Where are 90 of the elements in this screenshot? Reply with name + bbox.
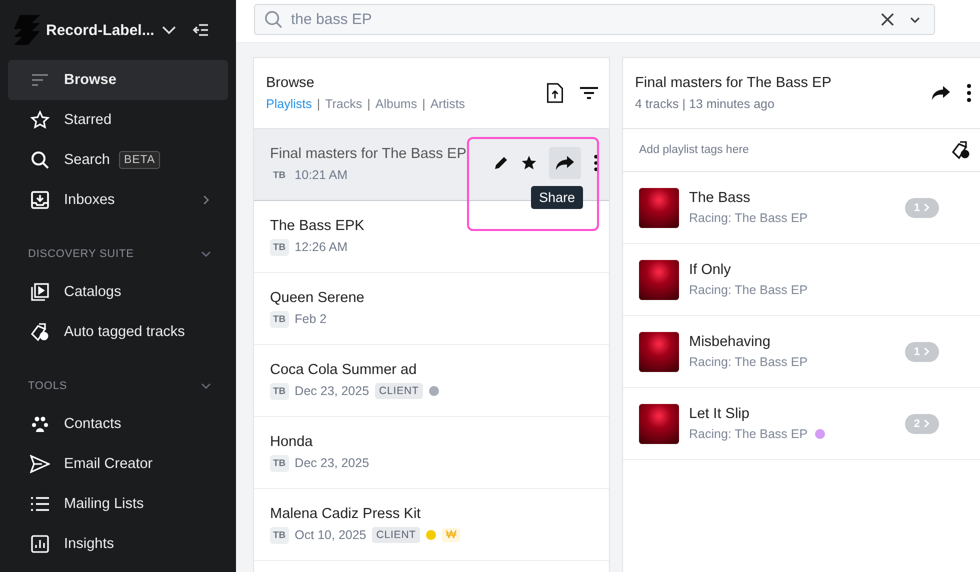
share-button[interactable] — [549, 147, 581, 179]
play-stack-icon — [30, 282, 50, 302]
playlist-row[interactable]: Coca Cola Summer ad TB Dec 23, 2025 CLIENT — [254, 345, 609, 417]
playlist-heading: Final masters for The Bass EP — [635, 75, 832, 91]
playlist-date: 12:26 AM — [294, 240, 348, 254]
nav-item[interactable]: Contacts — [8, 404, 228, 444]
playlist-row[interactable]: Honda TB Dec 23, 2025 — [254, 417, 609, 489]
playlist-title: The Bass EPK — [270, 218, 364, 234]
paper-plane-icon — [30, 454, 50, 474]
search-icon — [264, 10, 283, 29]
owner-initials: TB — [270, 238, 289, 256]
browse-tab[interactable]: Artists — [430, 97, 466, 111]
currency-badge: ₩ — [442, 528, 460, 542]
browse-tab[interactable]: Albums — [375, 97, 418, 111]
track-title: Let It Slip — [689, 406, 750, 422]
playlist-date: Feb 2 — [294, 312, 327, 326]
track-row[interactable]: The Bass Racing: The Bass EP 1 — [623, 172, 980, 244]
playlist-row[interactable]: The Bass EPK TB 12:26 AM — [254, 201, 609, 273]
playlist-date: Dec 23, 2025 — [294, 384, 370, 398]
playlist-title: Coca Cola Summer ad — [270, 362, 418, 378]
workspace-name[interactable]: Record-Label... — [46, 22, 154, 38]
album-name: Racing: The Bass EP — [689, 427, 808, 441]
people-icon — [30, 414, 50, 434]
album-art-placeholder — [639, 260, 679, 300]
star-icon — [30, 110, 50, 130]
file-upload-icon[interactable] — [545, 83, 565, 103]
tag-plus-icon[interactable] — [951, 140, 971, 160]
nav-item[interactable]: Catalogs — [8, 272, 228, 312]
chevron-right-icon — [923, 419, 930, 428]
playlist-title: Malena Cadiz Press Kit — [270, 506, 422, 522]
album-art-placeholder — [639, 332, 679, 372]
bar-chart-icon — [30, 534, 50, 554]
chevron-right-icon — [923, 347, 930, 356]
playlist-row[interactable]: Malena Cadiz Press Kit TB Oct 10, 2025 CLIENT ₩ — [254, 489, 609, 561]
close-icon[interactable] — [880, 12, 895, 27]
logo-icon — [14, 15, 40, 45]
track-row[interactable]: Let It Slip Racing: The Bass EP 2 — [623, 388, 980, 460]
panel-title: Browse — [266, 75, 316, 91]
album-art-placeholder — [639, 404, 679, 444]
share-icon — [555, 155, 575, 171]
nav-item[interactable]: Auto tagged tracks — [8, 312, 228, 352]
track-title: Misbehaving — [689, 334, 772, 350]
tags-input[interactable]: Add playlist tags here — [637, 143, 951, 157]
playlist-title: Queen Serene — [270, 290, 364, 306]
track-row[interactable]: Misbehaving Racing: The Bass EP 1 — [623, 316, 980, 388]
nav-item[interactable]: Mailing Lists — [8, 484, 228, 524]
playlist-date: 10:21 AM — [294, 168, 348, 182]
playlist-tag: CLIENT — [375, 383, 423, 399]
playlist-row[interactable]: Queen Serene TB Feb 2 — [254, 273, 609, 345]
list-icon — [30, 494, 50, 514]
album-name: Racing: The Bass EP — [689, 283, 808, 297]
nav-item[interactable]: Search BETA — [8, 140, 228, 180]
nav-item[interactable]: Browse — [8, 60, 228, 100]
playlist-title: Honda — [270, 434, 314, 450]
album-name: Racing: The Bass EP — [689, 355, 808, 369]
star-icon[interactable] — [521, 155, 537, 171]
owner-initials: TB — [270, 526, 289, 544]
playlist-date: Oct 10, 2025 — [294, 528, 366, 542]
playlist-tag: CLIENT — [372, 527, 420, 543]
search-icon — [30, 150, 50, 170]
more-icon[interactable] — [965, 83, 973, 103]
album-art-placeholder — [639, 188, 679, 228]
playlist-meta: 4 tracks | 13 minutes ago — [635, 97, 776, 111]
browse-tab[interactable]: Tracks — [325, 97, 362, 111]
album-name: Racing: The Bass EP — [689, 211, 808, 225]
collapse-sidebar-icon[interactable] — [192, 21, 210, 39]
pencil-icon[interactable] — [493, 155, 509, 171]
owner-initials: TB — [270, 454, 289, 472]
tab-separator: | — [367, 97, 370, 111]
inbox-icon — [30, 190, 50, 210]
chevron-right-icon — [923, 203, 930, 212]
more-icon[interactable] — [593, 154, 599, 172]
nav-item[interactable]: Starred — [8, 100, 228, 140]
tooltip: Share — [531, 186, 584, 209]
owner-initials: TB — [270, 310, 289, 328]
tab-separator: | — [316, 97, 320, 111]
track-title: If Only — [689, 262, 732, 278]
nav-item[interactable]: Inboxes — [8, 180, 228, 220]
track-title: The Bass — [689, 190, 752, 206]
beta-badge: BETA — [118, 151, 160, 169]
track-row[interactable]: If Only Racing: The Bass EP — [623, 244, 980, 316]
playlist-title: Final masters for The Bass EP — [270, 146, 466, 162]
owner-initials: TB — [270, 382, 289, 400]
section-heading: TOOLS — [28, 380, 68, 392]
tag-plus-icon — [30, 322, 50, 342]
nav-item[interactable]: Insights — [8, 524, 228, 564]
tab-separator: | — [422, 97, 426, 111]
nav-item[interactable]: Email Creator — [8, 444, 228, 484]
section-heading: DISCOVERY SUITE — [28, 248, 134, 260]
playlist-date: Dec 23, 2025 — [294, 456, 370, 470]
